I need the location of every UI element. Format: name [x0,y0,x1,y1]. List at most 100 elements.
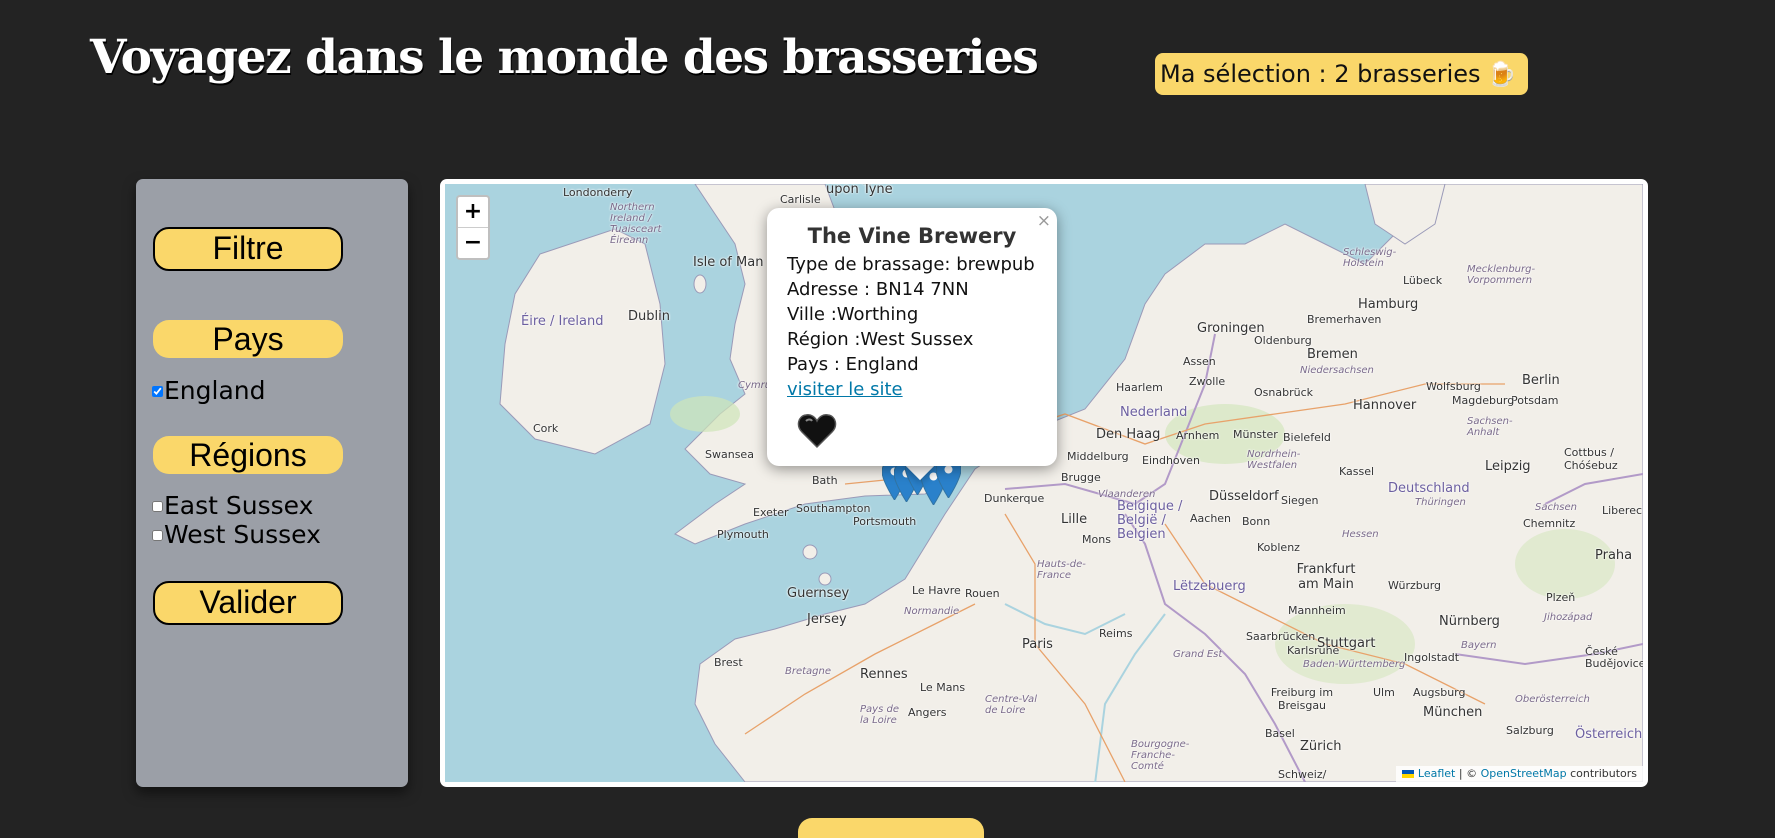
zoom-control: + − [456,195,490,260]
place-label: Bremerhaven [1307,313,1382,326]
place-label: Plymouth [717,528,769,541]
place-label: Mons [1082,533,1111,546]
place-label: Potsdam [1511,394,1559,407]
place-label: Brugge [1061,471,1101,484]
place-label: Sachsen [1535,502,1578,513]
place-label: Rouen [965,587,1000,600]
place-label: Chemnitz [1523,517,1576,530]
place-label: Eindhoven [1142,454,1200,467]
attribution-separator: | © [1455,767,1481,780]
osm-link[interactable]: OpenStreetMap [1481,767,1567,780]
brewery-popup: × The Vine Brewery Type de brassage: bre… [767,208,1057,466]
place-label: Osnabrück [1254,386,1313,399]
place-label: Salzburg [1506,724,1554,737]
place-label: Middelburg [1067,450,1129,463]
place-label: Bielefeld [1283,431,1331,444]
place-label: Dublin [628,309,670,324]
place-label: Oldenburg [1254,334,1312,347]
place-label: Zwolle [1189,375,1226,388]
place-label: Hauts-de-France [1037,559,1086,581]
place-label: Northern Ireland / Tuaisceart Éireann [610,202,662,246]
place-label: Vlaanderen [1098,489,1156,500]
place-label: Düsseldorf [1209,489,1279,504]
place-label: Hamburg [1358,297,1419,312]
place-label: Bayern [1461,640,1497,651]
popup-region: Région :West Sussex [787,329,974,350]
place-label: Aachen [1190,512,1232,525]
place-label: Angers [908,706,947,719]
map[interactable]: Londonderry Carlisle upon Tyne Northern … [445,184,1643,782]
place-label: Augsburg [1413,686,1466,699]
place-label: Bonn [1242,515,1271,528]
place-label: Magdeburg [1452,394,1515,407]
map-attribution: Leaflet | © OpenStreetMap contributors [1396,766,1643,782]
place-label: Niedersachsen [1300,365,1374,376]
place-label: Lübeck [1403,274,1443,287]
place-label: Deutschland [1388,481,1470,496]
place-label: upon Tyne [826,184,893,197]
place-label: Cork [533,422,559,435]
place-label: Nederland [1120,405,1188,420]
leaflet-link[interactable]: Leaflet [1418,767,1455,780]
page-title: Voyagez dans le monde des brasseries [90,30,1039,85]
place-label: Le Havre [912,584,961,597]
place-label: Cottbus / Chóśebuz [1564,446,1618,472]
country-option-england[interactable]: England [152,377,266,405]
place-label: Nordrhein-Westfalen [1247,449,1301,471]
submit-button[interactable]: Valider [153,581,343,625]
place-label: Nürnberg [1439,614,1500,629]
place-label: Saarbrücken [1246,630,1316,643]
place-label: Pays de la Loire [860,704,899,726]
popup-type: Type de brassage: brewpub [787,254,1035,275]
place-label: Zürich [1300,739,1342,754]
selection-label: Ma sélection : 2 brasseries [1160,60,1481,88]
place-label: Carlisle [780,193,821,206]
place-label: Jihozápad [1544,612,1593,623]
region-label: East Sussex [164,491,314,520]
place-label: Wolfsburg [1426,380,1481,393]
place-label: Bretagne [785,666,832,677]
place-label: Liberec [1602,504,1643,517]
place-label: Praha [1595,548,1633,563]
place-label: Brest [714,656,743,669]
region-checkbox-east-sussex[interactable] [152,500,163,512]
region-checkbox-west-sussex[interactable] [152,529,163,541]
place-label: Bourgogne-Franche-Comté [1131,739,1190,772]
place-label: Le Mans [920,681,966,694]
zoom-in-button[interactable]: + [458,197,488,227]
place-label: Schleswig-Holstein [1343,247,1397,269]
beer-icon: 🍺 [1486,60,1517,88]
region-label: West Sussex [164,520,321,549]
place-label: Grand Est [1173,649,1223,660]
place-label: Österreich [1575,727,1643,742]
zoom-out-button[interactable]: − [458,227,488,258]
popup-address: Adresse : BN14 7NN [787,279,969,300]
region-option-west-sussex[interactable]: West Sussex [152,521,321,549]
popup-title: The Vine Brewery [807,224,1017,248]
place-label: Freiburg im Breisgau [1270,686,1334,712]
filter-button[interactable]: Filtre [153,227,343,271]
place-label: Würzburg [1388,579,1442,592]
heart-icon[interactable] [797,413,837,449]
place-label: České Budějovice [1585,645,1643,670]
place-label: Paris [1022,637,1053,652]
place-label: Isle of Man [693,255,764,270]
place-label: Siegen [1281,494,1319,507]
region-option-east-sussex[interactable]: East Sussex [152,492,313,520]
place-label: Centre-Val de Loire [985,694,1037,716]
bottom-button[interactable] [798,818,984,838]
popup-website-link[interactable]: visiter le site [787,379,903,400]
place-label: Arnhem [1176,429,1220,442]
ukraine-flag-icon [1402,770,1415,778]
place-label: Hannover [1353,398,1417,413]
place-label: Münster [1233,428,1278,441]
place-label: Londonderry [563,186,633,199]
place-label: Guernsey [787,586,850,601]
place-label: Jersey [807,612,847,627]
place-label: Reims [1099,627,1133,640]
country-checkbox-england[interactable] [152,385,163,397]
place-label: Schweiz/ [1278,768,1327,781]
place-label: Bremen [1307,347,1358,362]
selection-badge[interactable]: Ma sélection : 2 brasseries 🍺 [1155,53,1528,95]
place-label: Sachsen-Anhalt [1467,416,1513,438]
